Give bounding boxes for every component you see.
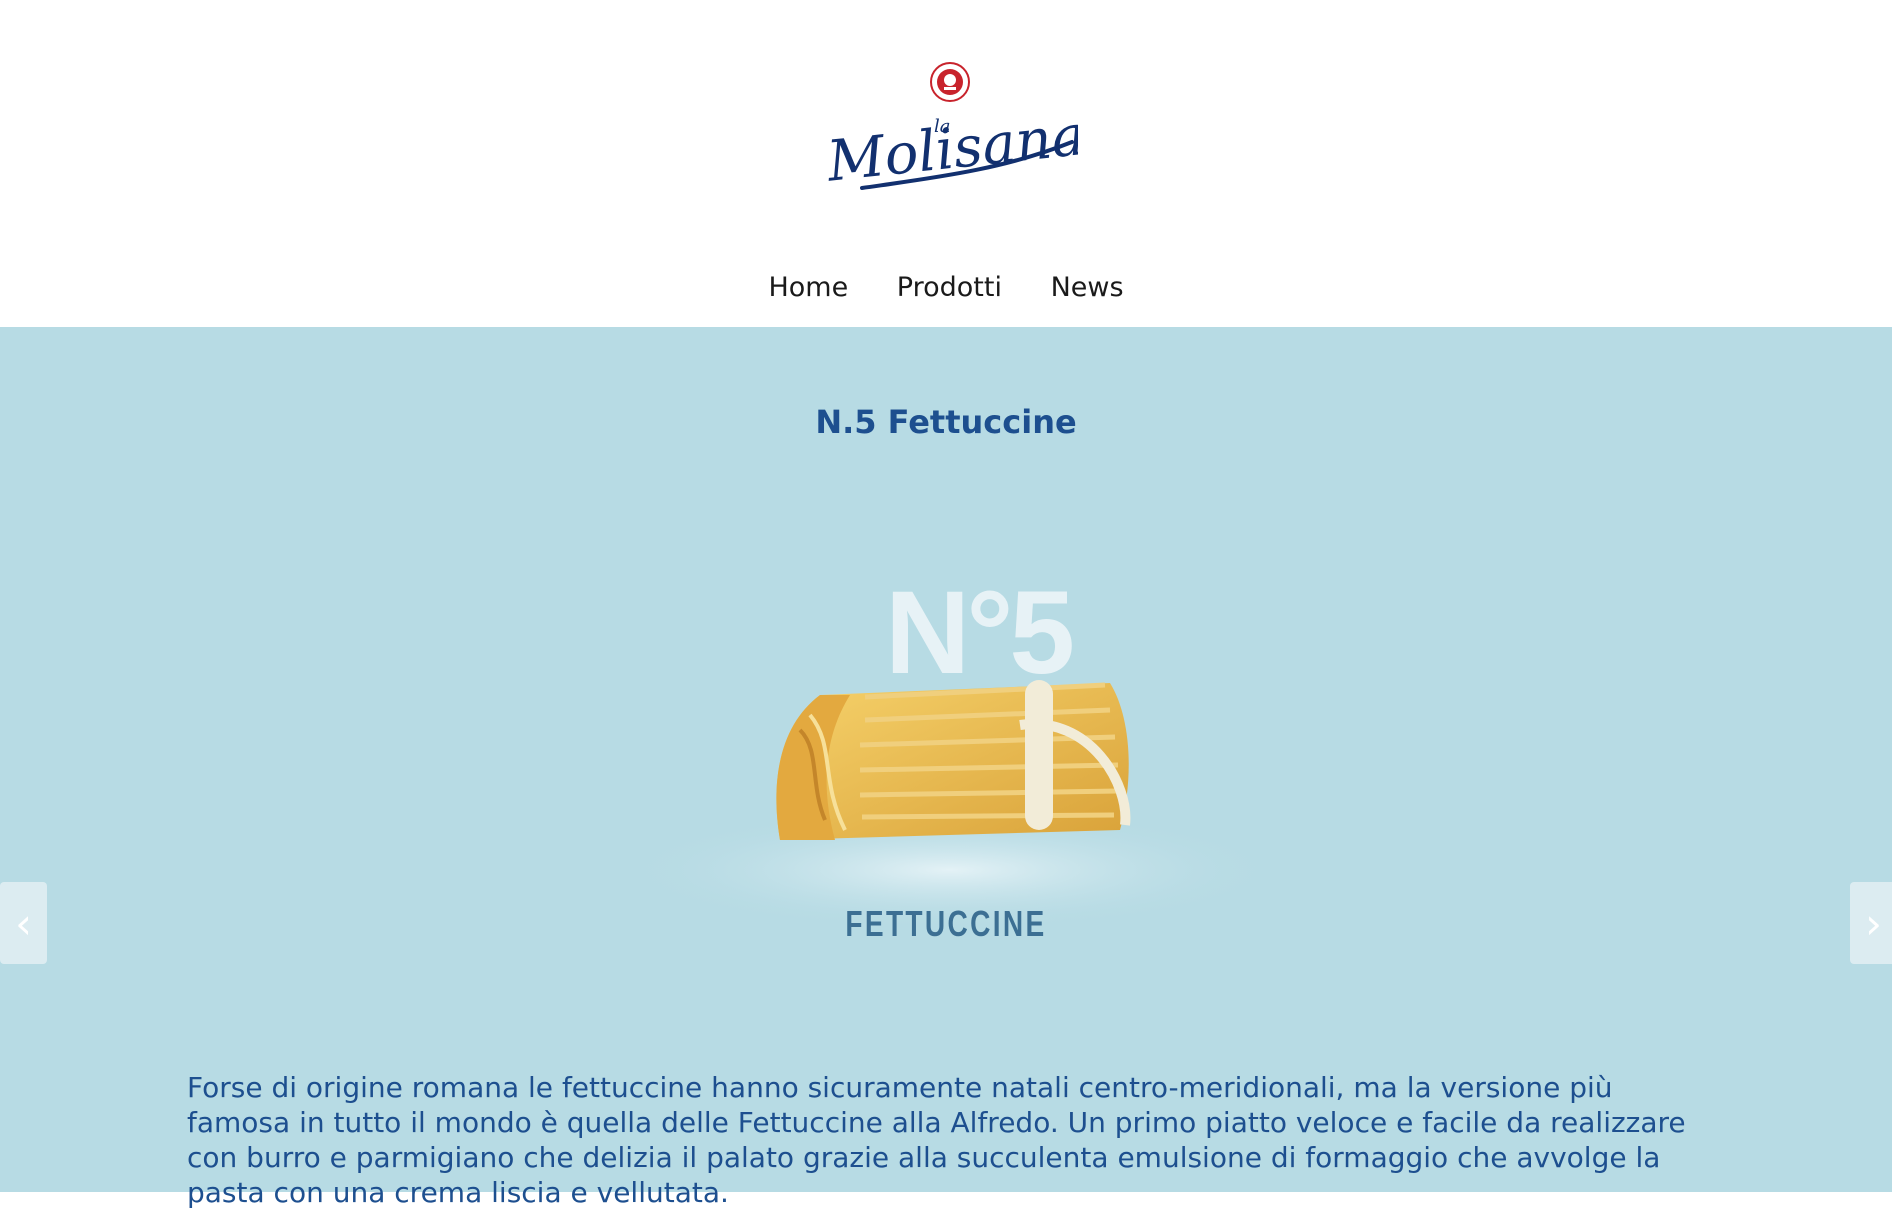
number-mark: N°5 bbox=[885, 567, 1072, 699]
fettuccine-bundle-icon bbox=[776, 680, 1131, 840]
product-title: N.5 Fettuccine bbox=[815, 403, 1077, 441]
la-molisana-seal-icon bbox=[930, 62, 970, 102]
nav-home[interactable]: Home bbox=[768, 268, 848, 308]
site-header: la Molisana Home Prodotti News bbox=[0, 0, 1892, 325]
nav-prodotti[interactable]: Prodotti bbox=[897, 268, 1002, 308]
product-description: Forse di origine romana le fettuccine ha… bbox=[187, 1071, 1686, 1209]
carousel-prev-button[interactable]: ‹ bbox=[0, 882, 47, 964]
pasta-name-label: FETTUCCINE bbox=[845, 903, 1047, 944]
nav-news[interactable]: News bbox=[1051, 268, 1124, 308]
chevron-left-icon: ‹ bbox=[15, 898, 32, 948]
logo-wordmark: Molisana bbox=[823, 103, 1078, 195]
main-nav: Home Prodotti News bbox=[0, 268, 1892, 308]
chevron-right-icon: › bbox=[1865, 898, 1882, 948]
la-molisana-logo[interactable]: la Molisana bbox=[822, 60, 1078, 200]
carousel-next-button[interactable]: › bbox=[1850, 882, 1892, 964]
product-image: N°5 bbox=[620, 567, 1280, 930]
section-divider bbox=[0, 323, 1892, 327]
product-section: N.5 Fettuccine N°5 FETTUCCINE ‹ › Forse … bbox=[0, 325, 1892, 1209]
